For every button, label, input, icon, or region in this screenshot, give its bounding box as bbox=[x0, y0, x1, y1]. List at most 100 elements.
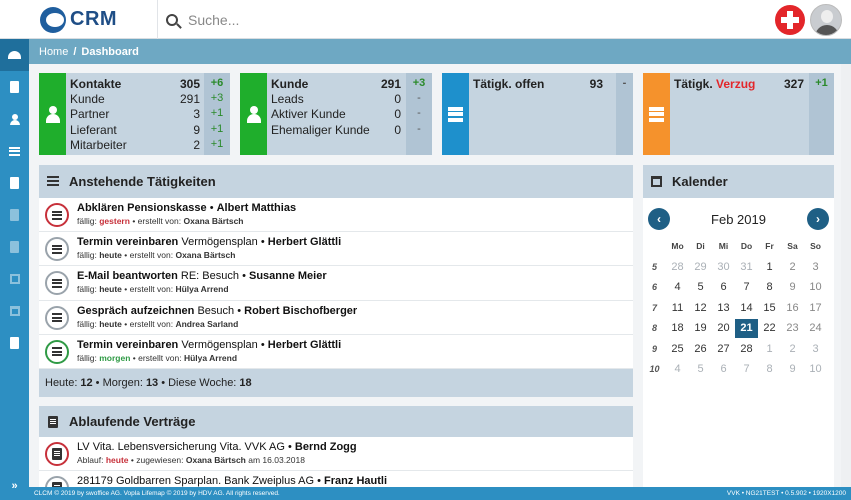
task-status-icon bbox=[45, 237, 69, 262]
task-item[interactable]: E-Mail beantworten RE: Besuch • Susanne … bbox=[39, 266, 633, 301]
calendar-next-button[interactable]: › bbox=[807, 208, 829, 230]
sidebar-item-archive[interactable] bbox=[0, 231, 29, 263]
calendar-day[interactable]: 12 bbox=[689, 302, 712, 314]
calendar-day[interactable]: 21 bbox=[735, 318, 758, 338]
task-item[interactable]: Abklären Pensionskasse • Albert Matthias… bbox=[39, 198, 633, 233]
swiss-cross-button[interactable] bbox=[775, 5, 805, 35]
calendar-day[interactable]: 14 bbox=[735, 302, 758, 314]
task-item[interactable]: Gespräch aufzeichnen Besuch • Robert Bis… bbox=[39, 301, 633, 335]
calendar-day[interactable]: 1 bbox=[758, 343, 781, 355]
sidebar-item-contacts[interactable] bbox=[0, 103, 29, 135]
stat-value: 2 bbox=[193, 137, 200, 152]
calendar-day[interactable]: 17 bbox=[804, 302, 827, 314]
calendar-day[interactable]: 6 bbox=[712, 363, 735, 375]
calendar-day[interactable]: 4 bbox=[666, 281, 689, 293]
task-item[interactable]: Termin vereinbaren Vermögensplan • Herbe… bbox=[39, 232, 633, 267]
search-input[interactable] bbox=[188, 11, 688, 28]
calendar-day[interactable]: 19 bbox=[689, 322, 712, 334]
calendar-weekday: Fr bbox=[765, 241, 774, 252]
calendar-day[interactable]: 8 bbox=[758, 281, 781, 293]
stat-card-customers[interactable]: Kunde 291 Leads 0 Aktiver Kunde 0 Ehemalige… bbox=[240, 73, 432, 155]
calendar-day[interactable]: 5 bbox=[689, 363, 712, 375]
calendar-day[interactable]: 1 bbox=[758, 261, 781, 273]
task-person[interactable]: Albert Matthias bbox=[217, 202, 296, 214]
calendar-day[interactable]: 7 bbox=[735, 363, 758, 375]
calendar-weeks: 5 28 29 30 31 1 2 3 6 4 5 6 7 8 9 10 7 11 12 13 14 15 16 17 8 18 1… bbox=[643, 257, 834, 380]
logo-icon bbox=[40, 6, 66, 33]
calendar-day[interactable]: 5 bbox=[689, 281, 712, 293]
calendar-day[interactable]: 24 bbox=[804, 322, 827, 334]
stat-delta: +1 bbox=[815, 77, 828, 89]
calendar-day[interactable]: 28 bbox=[666, 261, 689, 273]
calendar-day[interactable]: 9 bbox=[781, 281, 804, 293]
sidebar-item-reports[interactable] bbox=[0, 199, 29, 231]
calendar-icon bbox=[9, 306, 20, 316]
stat-label: Mitarbeiter bbox=[70, 137, 127, 152]
contract-item[interactable]: LV Vita. Lebensversicherung Vita. VVK AG… bbox=[39, 437, 633, 471]
calendar-day[interactable]: 16 bbox=[781, 302, 804, 314]
sidebar-item-contracts[interactable] bbox=[0, 327, 29, 359]
task-item[interactable]: Termin vereinbaren Vermögensplan • Herbe… bbox=[39, 335, 633, 369]
user-avatar[interactable] bbox=[810, 4, 842, 36]
calendar-day[interactable]: 8 bbox=[758, 363, 781, 375]
calendar-week-number: 9 bbox=[651, 343, 657, 354]
calendar-day[interactable]: 10 bbox=[804, 281, 827, 293]
stat-card-late-tasks[interactable]: Tätigk. Verzug 327 +1 bbox=[643, 73, 834, 155]
calendar-prev-button[interactable]: ‹ bbox=[648, 208, 670, 230]
sidebar-item-calendar[interactable] bbox=[0, 295, 29, 327]
contract-assignee: Oxana Bärtsch bbox=[185, 455, 246, 465]
calendar-day[interactable]: 2 bbox=[781, 261, 804, 273]
calendar-day[interactable]: 4 bbox=[666, 363, 689, 375]
stat-delta: - bbox=[622, 77, 627, 89]
page-scrollbar[interactable] bbox=[841, 64, 851, 487]
calendar-day[interactable]: 11 bbox=[666, 302, 689, 314]
calendar-day[interactable]: 20 bbox=[712, 322, 735, 334]
breadcrumb-home[interactable]: Home bbox=[39, 46, 68, 58]
sidebar-item-documents[interactable] bbox=[0, 71, 29, 103]
stat-card-open-tasks[interactable]: Tätigk. offen 93 - bbox=[442, 73, 633, 155]
contract-person[interactable]: Bernd Zogg bbox=[295, 441, 357, 453]
contract-person[interactable]: Franz Hautli bbox=[324, 475, 387, 487]
stat-delta: +1 bbox=[210, 137, 224, 150]
tasks-summary: Heute: 12 • Morgen: 13 • Diese Woche: 18 bbox=[39, 368, 633, 397]
calendar-week-row: 9 25 26 27 28 1 2 3 bbox=[643, 339, 834, 360]
sidebar-item-lists[interactable] bbox=[0, 135, 29, 167]
task-person[interactable]: Herbert Glättli bbox=[268, 339, 341, 351]
sidebar-item-dashboard[interactable] bbox=[0, 39, 29, 71]
stat-card-contacts[interactable]: Kontakte 305 Kunde 291 Partner 3 Lieferant 9… bbox=[39, 73, 230, 155]
calendar-week-row: 5 28 29 30 31 1 2 3 bbox=[643, 257, 834, 278]
calendar-day[interactable]: 18 bbox=[666, 322, 689, 334]
calendar-weekdays: Mo Di Mi Do Fr Sa So bbox=[643, 236, 834, 257]
calendar-day[interactable]: 9 bbox=[781, 363, 804, 375]
calendar-day[interactable]: 30 bbox=[712, 261, 735, 273]
calendar-day[interactable]: 26 bbox=[689, 343, 712, 355]
task-person[interactable]: Herbert Glättli bbox=[268, 236, 341, 248]
sidebar-expand-button[interactable]: » bbox=[0, 480, 29, 492]
sidebar-item-tasks[interactable] bbox=[0, 263, 29, 295]
calendar-day[interactable]: 3 bbox=[804, 261, 827, 273]
app-logo[interactable]: CRM bbox=[0, 0, 158, 39]
task-person[interactable]: Robert Bischofberger bbox=[244, 305, 357, 317]
calendar-day[interactable]: 27 bbox=[712, 343, 735, 355]
calendar-day[interactable]: 10 bbox=[804, 363, 827, 375]
calendar-day[interactable]: 13 bbox=[712, 302, 735, 314]
calendar-day[interactable]: 7 bbox=[735, 281, 758, 293]
calendar-day[interactable]: 25 bbox=[666, 343, 689, 355]
stat-label: Kunde bbox=[271, 77, 309, 91]
calendar-day[interactable]: 23 bbox=[781, 322, 804, 334]
calendar-day[interactable]: 29 bbox=[689, 261, 712, 273]
calendar-weekday: Mo bbox=[671, 241, 684, 252]
stat-delta-column: +3 - - - bbox=[406, 73, 432, 155]
calendar-day[interactable]: 6 bbox=[712, 281, 735, 293]
calendar-day[interactable]: 22 bbox=[758, 322, 781, 334]
calendar-day[interactable]: 28 bbox=[735, 343, 758, 355]
calendar-day[interactable]: 2 bbox=[781, 343, 804, 355]
calendar-day[interactable]: 3 bbox=[804, 343, 827, 355]
contract-item[interactable]: 281179 Goldbarren Sparplan. Bank Zweiplu… bbox=[39, 471, 633, 487]
sidebar-item-files[interactable] bbox=[0, 167, 29, 199]
task-person[interactable]: Susanne Meier bbox=[249, 270, 327, 282]
task-creator: Hülya Arrend bbox=[175, 284, 229, 295]
footer-copyright: CLCM © 2019 by swoffice AG. Vopla Lifema… bbox=[34, 490, 280, 497]
calendar-day[interactable]: 31 bbox=[735, 261, 758, 273]
calendar-day[interactable]: 15 bbox=[758, 302, 781, 314]
